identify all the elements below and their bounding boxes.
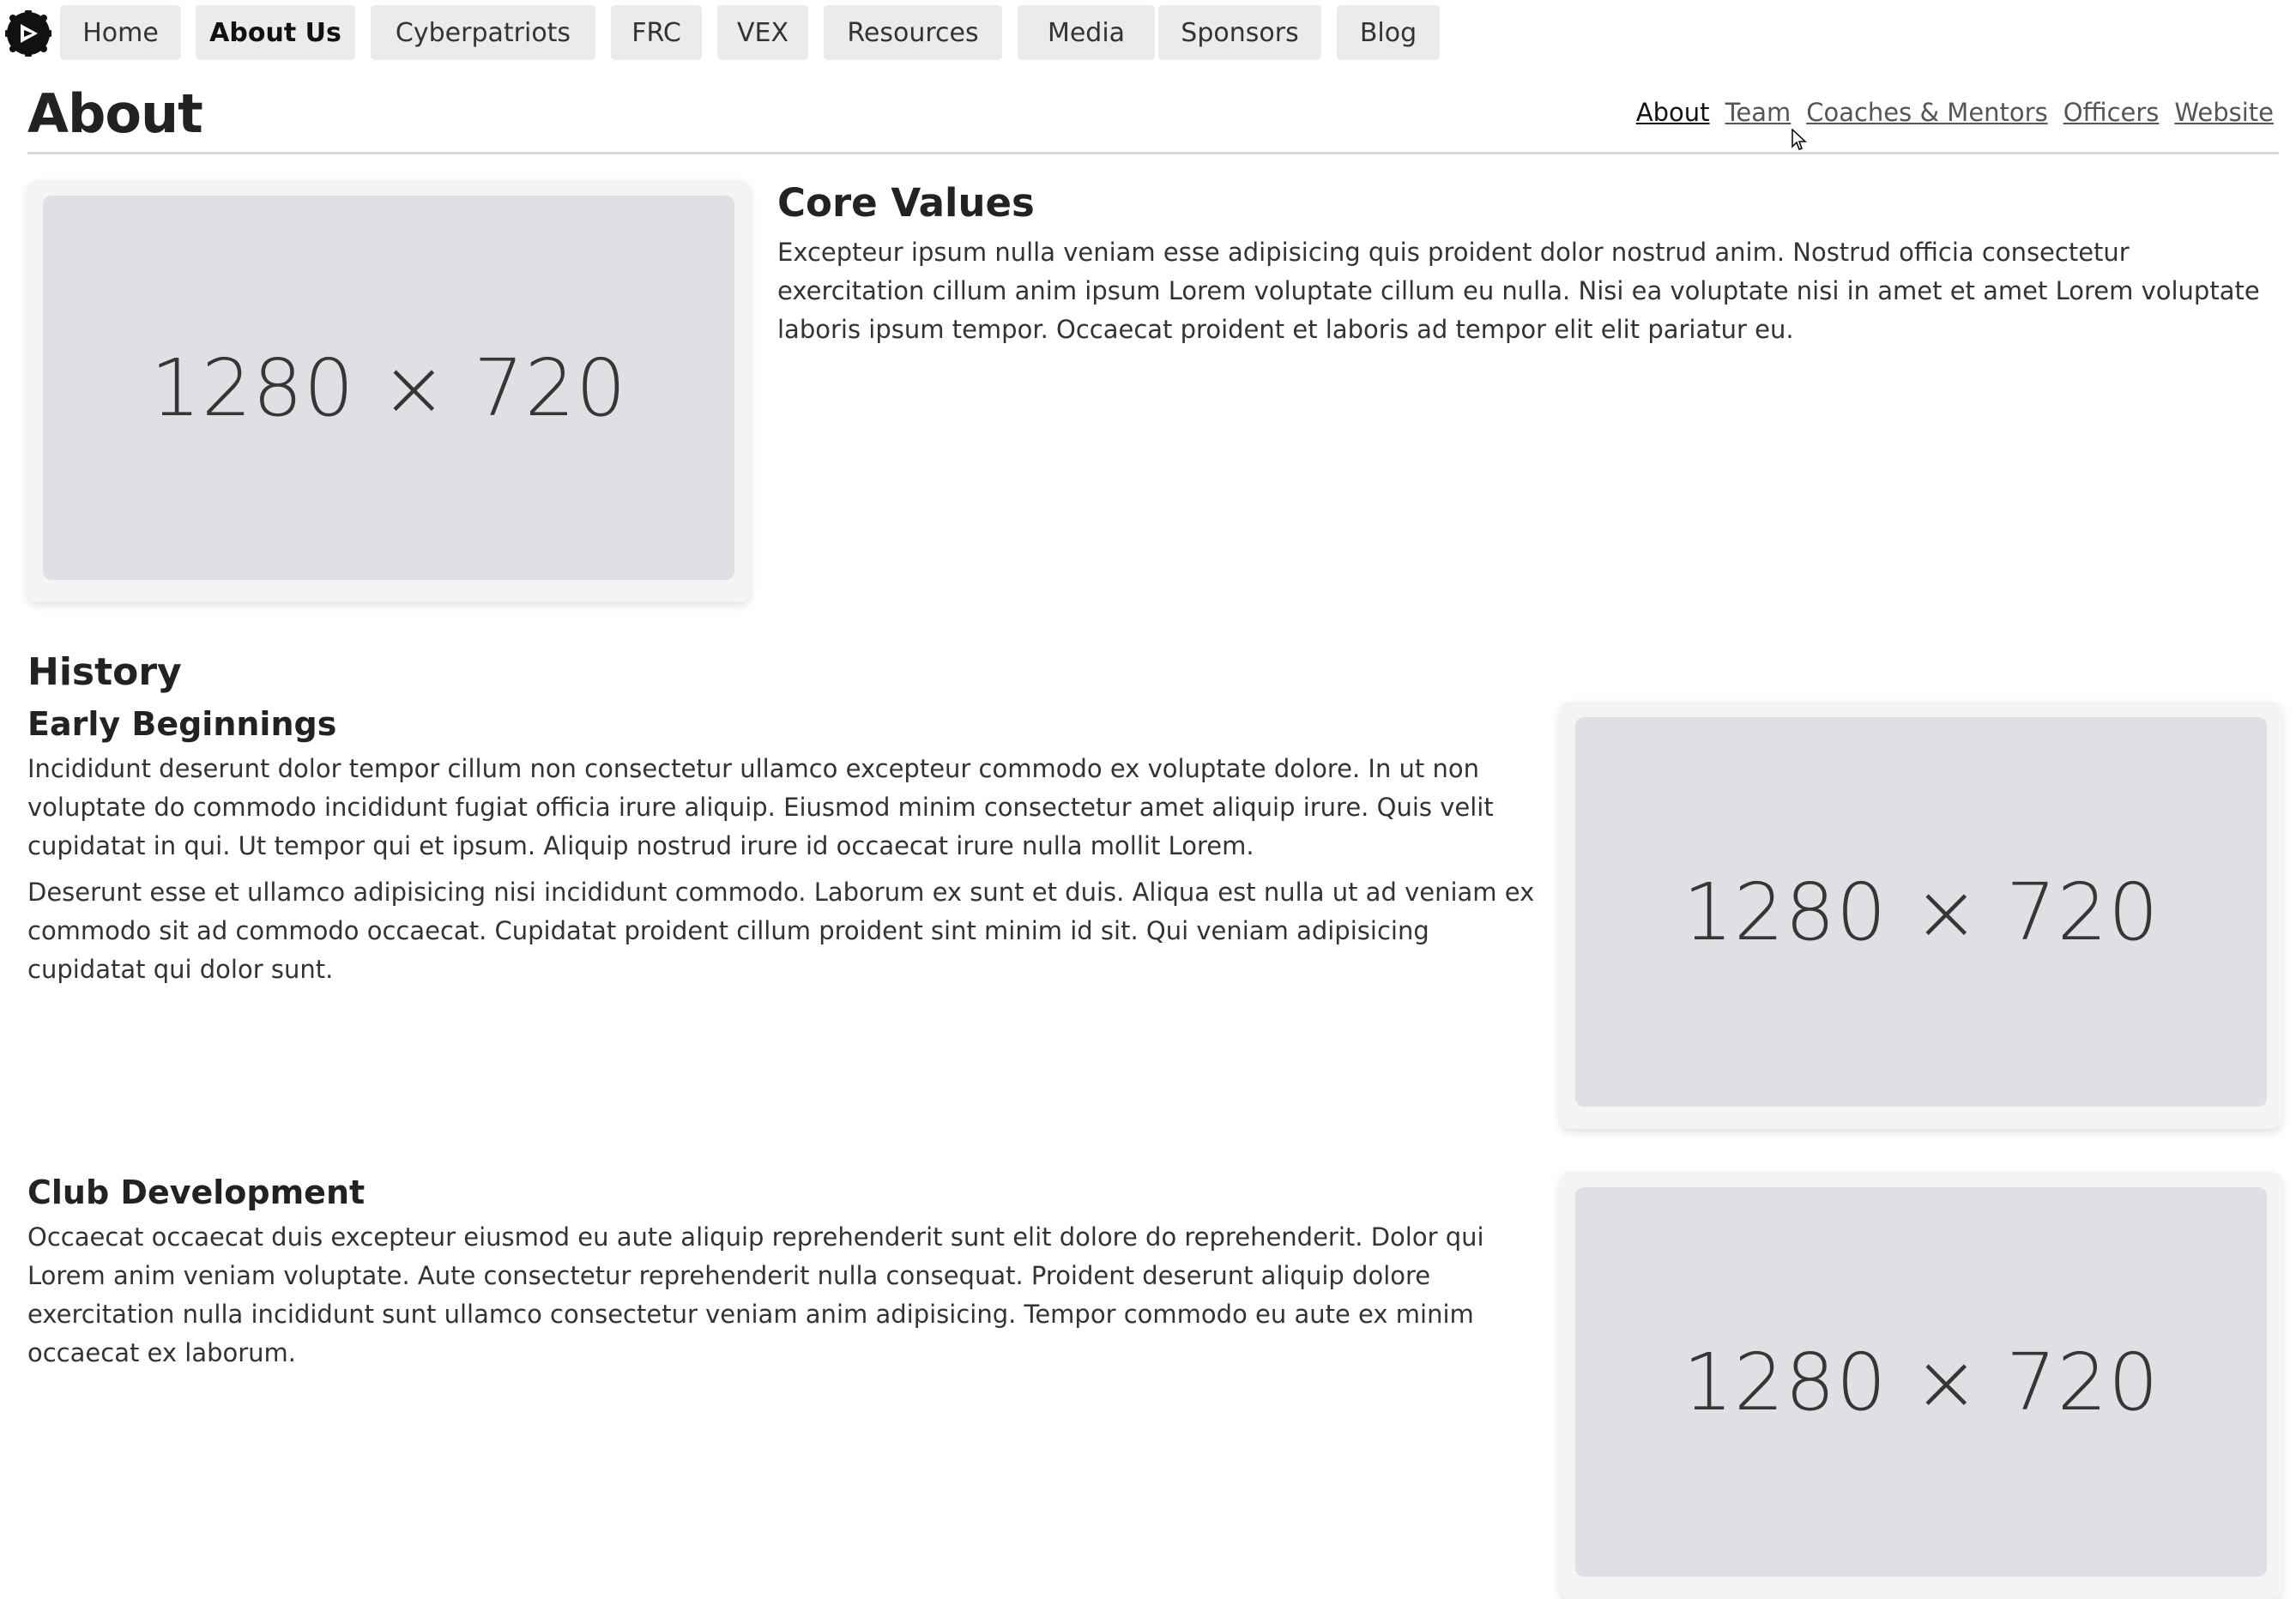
club-logo-icon[interactable] bbox=[5, 10, 51, 57]
nav-cyberpatriots[interactable]: Cyberpatriots bbox=[371, 5, 595, 60]
club-development-image-card: 1280 × 720 bbox=[1560, 1172, 2282, 1599]
early-beginnings-image-card: 1280 × 720 bbox=[1560, 702, 2282, 1129]
nav-frc[interactable]: FRC bbox=[611, 5, 702, 60]
early-beginnings-text-1: Incididunt deserunt dolor tempor cillum … bbox=[27, 754, 1494, 860]
nav-resources[interactable]: Resources bbox=[824, 5, 1002, 60]
subnav-about[interactable]: About bbox=[1636, 98, 1710, 132]
nav-blog[interactable]: Blog bbox=[1337, 5, 1440, 60]
image-placeholder: 1280 × 720 bbox=[1575, 717, 2267, 1107]
image-placeholder: 1280 × 720 bbox=[1575, 1187, 2267, 1577]
image-placeholder: 1280 × 720 bbox=[43, 196, 734, 580]
club-development-heading: Club Development bbox=[27, 1174, 366, 1211]
early-beginnings-heading: Early Beginnings bbox=[27, 705, 337, 743]
title-divider bbox=[27, 152, 2279, 154]
section-subnav: About Team Coaches & Mentors Officers We… bbox=[1636, 98, 2274, 132]
mouse-cursor-icon bbox=[1791, 129, 1807, 150]
subnav-team[interactable]: Team bbox=[1725, 98, 1791, 132]
top-nav: Home About Us Cyberpatriots FRC VEX Reso… bbox=[0, 0, 2296, 63]
subnav-coaches-mentors[interactable]: Coaches & Mentors bbox=[1806, 98, 2047, 132]
core-values-image-card: 1280 × 720 bbox=[27, 180, 750, 602]
nav-media[interactable]: Media bbox=[1018, 5, 1155, 60]
core-values-text: Excepteur ipsum nulla veniam esse adipis… bbox=[777, 238, 2260, 344]
nav-about-us[interactable]: About Us bbox=[196, 5, 355, 60]
subnav-officers[interactable]: Officers bbox=[2063, 98, 2160, 132]
nav-vex[interactable]: VEX bbox=[717, 5, 808, 60]
nav-home[interactable]: Home bbox=[60, 5, 181, 60]
page-title: About bbox=[27, 82, 203, 145]
nav-sponsors[interactable]: Sponsors bbox=[1158, 5, 1321, 60]
history-heading: History bbox=[27, 650, 182, 694]
club-development-text: Occaecat occaecat duis excepteur eiusmod… bbox=[27, 1222, 1484, 1367]
early-beginnings-text-2: Deserunt esse et ullamco adipisicing nis… bbox=[27, 878, 1535, 984]
subnav-website[interactable]: Website bbox=[2174, 98, 2274, 132]
core-values-heading: Core Values bbox=[777, 180, 1035, 226]
